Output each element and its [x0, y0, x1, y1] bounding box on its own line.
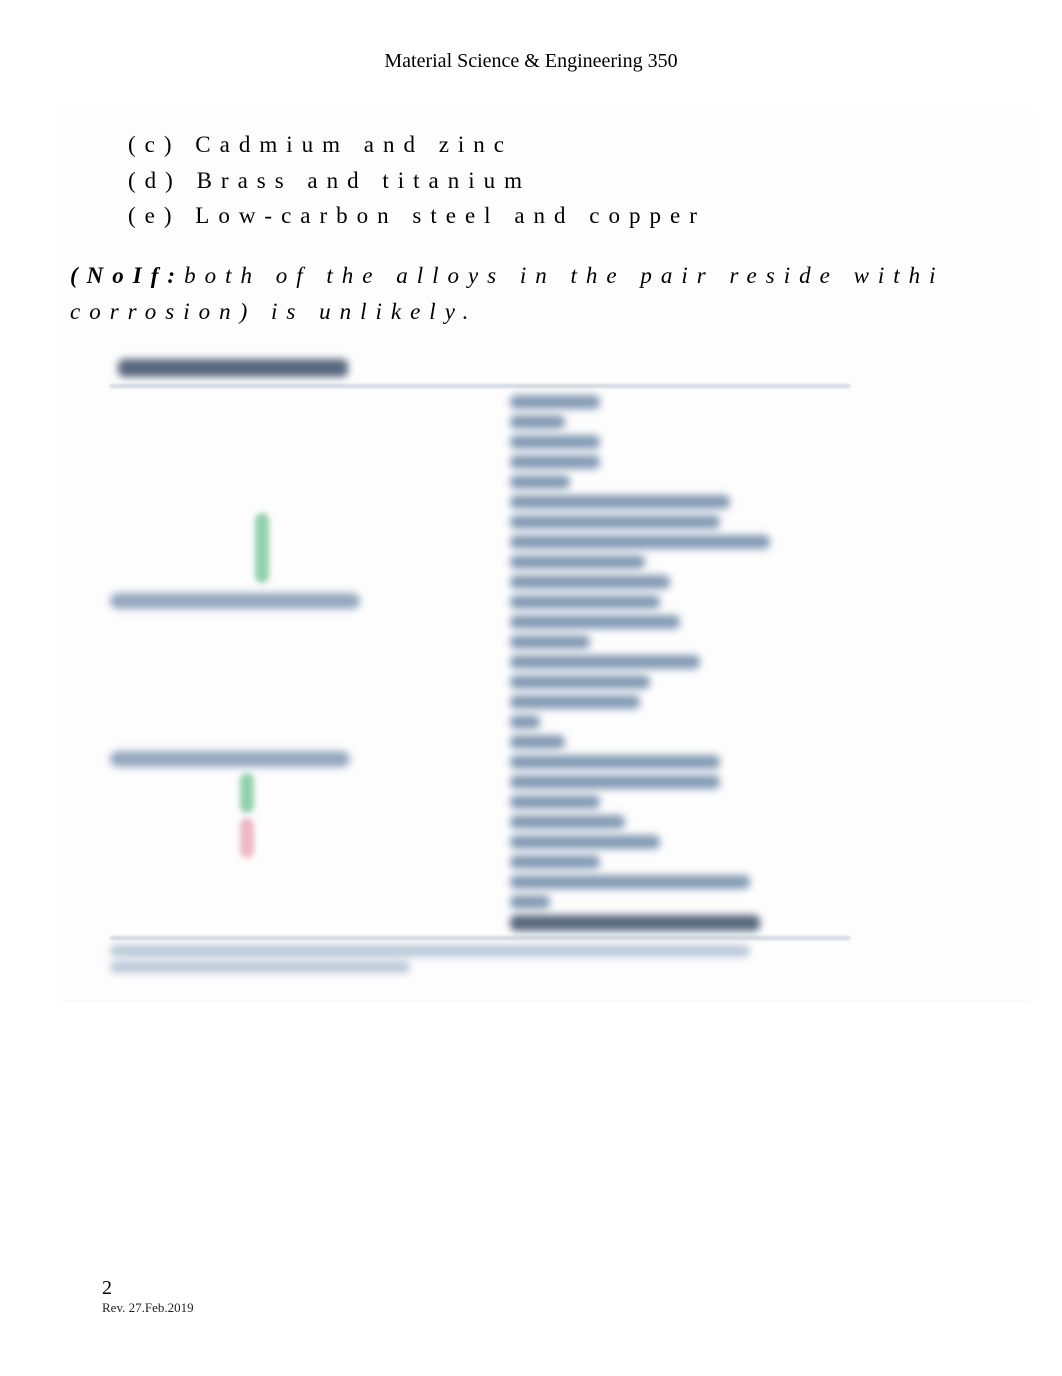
note-bold-1: (No — [70, 263, 133, 288]
content-block: (c) Cadmium and zinc (d) Brass and titan… — [60, 109, 1032, 1001]
blur-segment — [510, 395, 600, 409]
option-e: (e) Low-carbon steel and copper — [128, 198, 1022, 234]
blur-side-label — [110, 751, 350, 767]
blur-segment — [510, 775, 720, 789]
blur-segment — [510, 635, 590, 649]
blur-caption — [110, 961, 410, 973]
note-plain-1: both of the alloys in the pair reside wi… — [184, 263, 945, 288]
revision-text: Rev. 27.Feb.2019 — [102, 1300, 194, 1316]
blur-segment — [510, 915, 760, 931]
blur-segment — [510, 675, 650, 689]
blur-segment — [510, 735, 565, 749]
table-rule — [110, 385, 850, 387]
option-d: (d) Brass and titanium — [128, 163, 1022, 199]
note-line-1: (NoIf:both of the alloys in the pair res… — [70, 258, 1022, 294]
page-number: 2 — [102, 1276, 194, 1300]
blur-segment — [510, 435, 600, 449]
header-title: Material Science & Engineering 350 — [384, 50, 677, 72]
page-footer: 2 Rev. 27.Feb.2019 — [102, 1276, 194, 1316]
page-header: Material Science & Engineering 350 — [0, 50, 1062, 73]
blur-segment — [510, 695, 640, 709]
blur-segment — [510, 495, 730, 509]
green-indicator — [255, 513, 269, 583]
blur-segment — [510, 575, 670, 589]
blur-segment — [510, 815, 625, 829]
blur-segment — [510, 855, 600, 869]
blur-segment — [510, 555, 645, 569]
blur-segment — [510, 755, 720, 769]
note-plain-2a: corrosion — [70, 299, 240, 324]
note-plain-2b: ) is unlikely. — [240, 299, 478, 324]
note-line-2: corrosion) is unlikely. — [70, 294, 1022, 330]
blur-segment — [510, 415, 565, 429]
note-bold-2: If: — [133, 263, 184, 288]
table-rule — [110, 937, 850, 939]
blur-segment — [510, 455, 600, 469]
blur-segment — [510, 875, 750, 889]
blur-segment — [510, 595, 660, 609]
blur-side-label — [110, 593, 360, 609]
green-indicator — [240, 773, 254, 813]
blur-segment — [510, 835, 660, 849]
blur-caption — [110, 945, 750, 957]
blur-segment — [510, 475, 570, 489]
blur-segment — [510, 715, 540, 729]
option-c: (c) Cadmium and zinc — [128, 127, 1022, 163]
pink-indicator — [240, 818, 254, 858]
blur-segment — [510, 795, 600, 809]
blur-segment — [118, 359, 348, 377]
blur-segment — [510, 535, 770, 549]
blur-segment — [510, 515, 720, 529]
blur-segment — [510, 655, 700, 669]
blur-segment — [510, 615, 680, 629]
blur-segment — [510, 895, 550, 909]
document-page: Material Science & Engineering 350 (c) C… — [0, 0, 1062, 1376]
note-block: (NoIf:both of the alloys in the pair res… — [70, 258, 1022, 329]
blurred-table-image — [110, 353, 870, 973]
